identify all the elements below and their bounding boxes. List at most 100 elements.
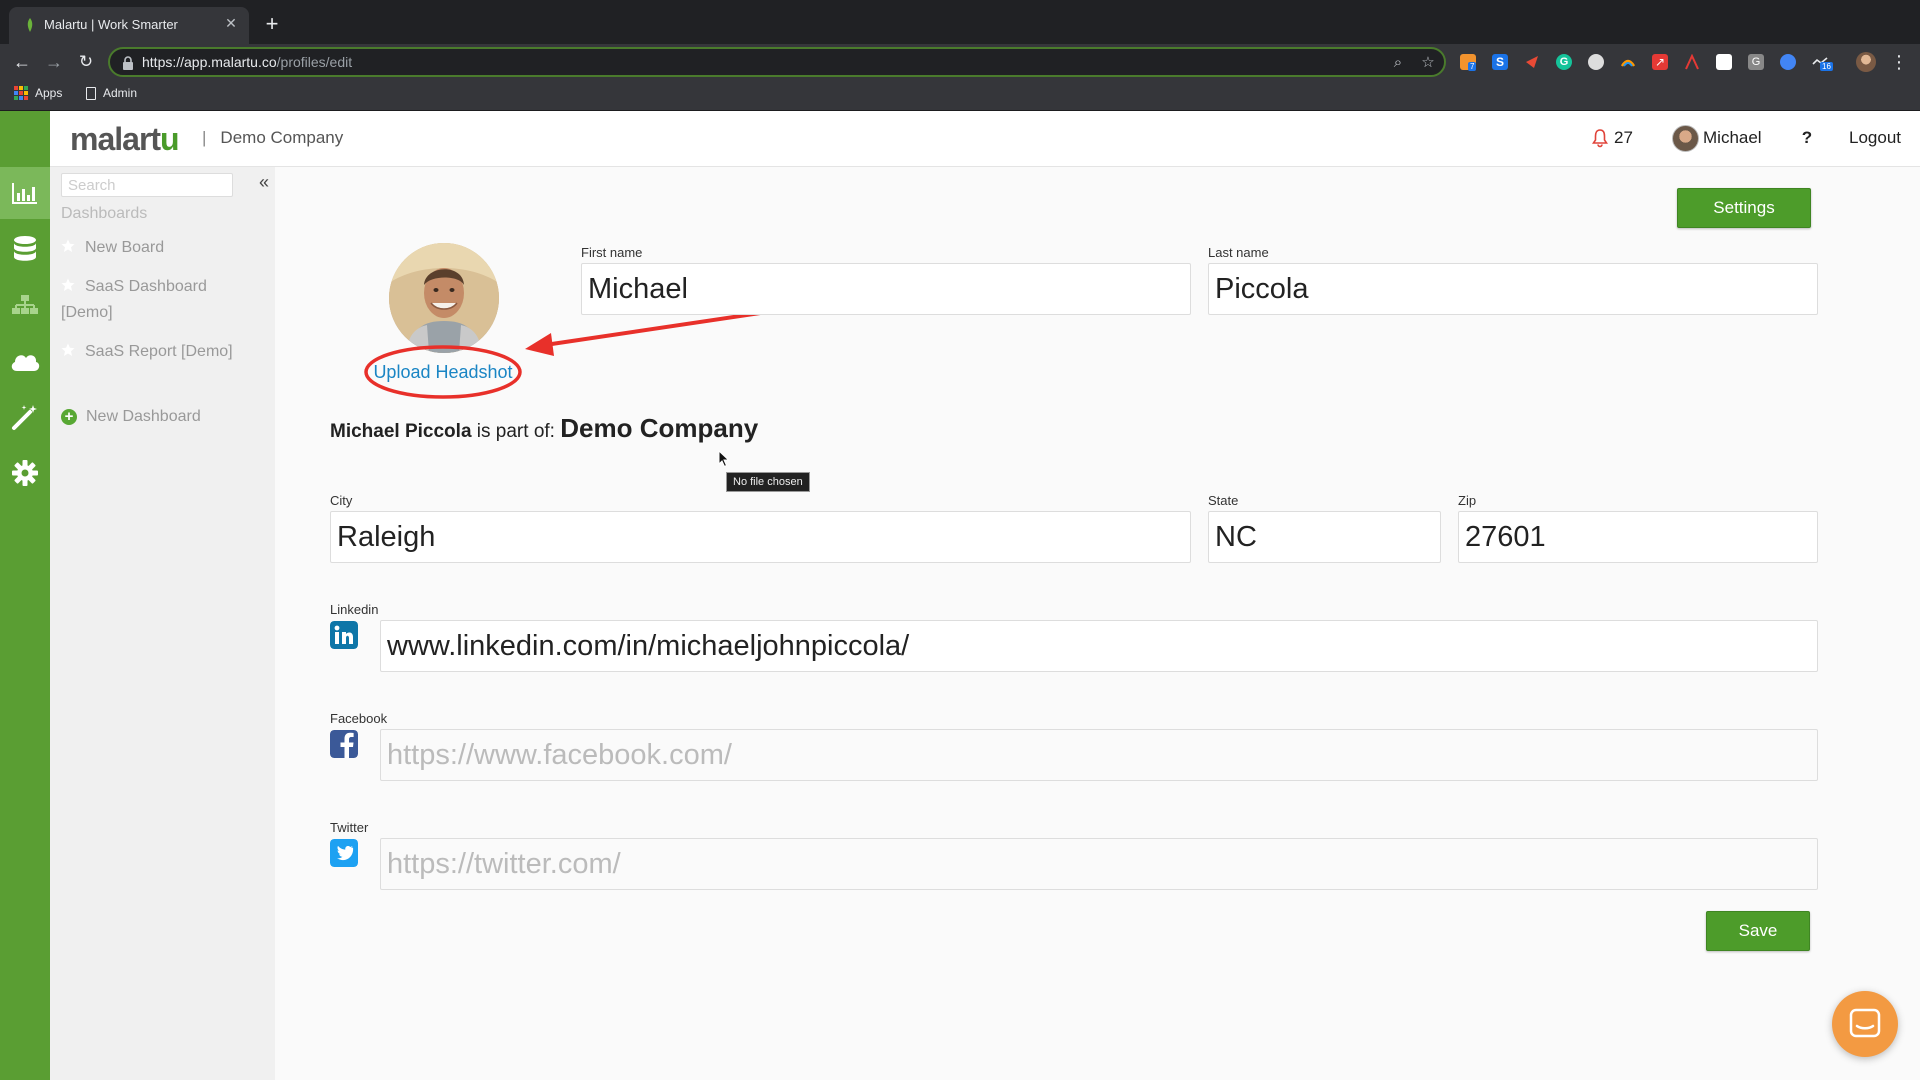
header-company-name: Demo Company [220,128,344,147]
app-header: malartu | Demo Company 27 Michael ? Logou… [0,111,1920,167]
header-separator: | [202,128,207,147]
page-icon [86,86,96,100]
extension-g-icon[interactable]: G [1748,54,1764,70]
extension-arrow-icon[interactable] [1524,54,1540,70]
browser-tab[interactable]: Malartu | Work Smarter ✕ [9,7,249,44]
zip-label: Zip [1458,493,1477,508]
database-icon [14,236,36,261]
sidebar-item-label: New Board [85,239,165,256]
member-company: Demo Company [560,413,759,443]
sidebar-item-label: SaaS Dashboard [Demo] [61,278,207,321]
last-name-input[interactable] [1208,263,1818,315]
org-chart-icon [12,295,38,314]
new-tab-button[interactable]: + [260,13,284,37]
extension-a-icon[interactable] [1684,53,1700,70]
state-input[interactable] [1208,511,1441,563]
chat-bubble-icon [1849,1008,1881,1038]
headshot-avatar[interactable] [389,243,499,353]
rail-item-org[interactable] [0,279,50,331]
linkedin-icon [330,621,358,649]
user-menu[interactable]: Michael [1703,128,1762,148]
user-avatar[interactable] [1672,125,1699,152]
upload-headshot-link[interactable]: Upload Headshot [275,362,611,383]
star-icon[interactable] [61,239,75,253]
lock-icon [123,56,133,70]
url-host: https://app.malartu.co [142,54,277,70]
close-tab-icon[interactable]: ✕ [221,13,241,33]
extension-badge: 7 [1468,62,1477,71]
first-name-label: First name [581,245,643,260]
chat-launcher[interactable] [1832,991,1898,1057]
rail-item-integrations[interactable] [0,335,50,387]
sidebar-heading: Dashboards [61,205,148,222]
twitter-label: Twitter [330,820,369,835]
twitter-input[interactable] [380,838,1818,890]
bookmark-label: Admin [103,86,138,100]
city-label: City [330,493,353,508]
rail-item-data[interactable] [0,223,50,275]
star-icon[interactable] [61,278,75,292]
linkedin-input[interactable] [380,620,1818,672]
sidebar-item-new-board[interactable]: New Board [61,235,261,261]
bookmark-star-icon[interactable]: ☆ [1418,53,1438,73]
extension-badge: 16 [1820,62,1833,71]
apps-grid-icon [14,86,28,100]
settings-button[interactable]: Settings [1677,188,1811,228]
back-arrow-icon[interactable]: ← [10,50,34,74]
logo-text: malart [70,121,161,157]
member-name: Michael Piccola [330,421,472,442]
reload-icon[interactable]: ↻ [74,50,98,74]
extension-white-icon[interactable] [1716,54,1732,70]
mouse-cursor-icon [718,450,730,468]
help-link[interactable]: ? [1800,128,1814,148]
sidebar-search-input[interactable] [61,173,233,197]
browser-profile-avatar[interactable] [1856,52,1876,72]
malartu-favicon-icon [27,18,33,32]
zoom-icon[interactable]: ⌕ [1388,53,1408,73]
star-icon[interactable] [61,343,75,357]
sidebar-item-saas-report[interactable]: SaaS Report [Demo] [61,339,261,365]
bookmark-apps[interactable]: Apps [14,86,62,100]
sidebar-item-label: SaaS Report [Demo] [85,343,233,360]
browser-menu-icon[interactable]: ⋮ [1890,50,1908,74]
city-input[interactable] [330,511,1191,563]
left-nav-rail [0,111,50,1080]
logo-accent: u [160,121,180,157]
extension-s-icon[interactable]: S [1492,54,1508,70]
annotation-arrow-head [525,333,554,356]
extension-analytics-icon[interactable]: 7 [1460,54,1477,71]
browser-tab-strip: Malartu | Work Smarter ✕ + [0,0,1920,44]
bar-chart-icon [12,183,37,204]
notification-count[interactable]: 27 [1614,128,1633,148]
grammarly-icon[interactable]: G [1556,54,1572,70]
facebook-label: Facebook [330,711,388,726]
facebook-icon [330,730,358,758]
collapse-sidebar-icon[interactable]: « [256,173,272,193]
first-name-input[interactable] [581,263,1191,315]
forward-arrow-icon[interactable]: → [42,50,66,74]
facebook-input[interactable] [380,729,1818,781]
twitter-icon [330,839,358,867]
logout-link[interactable]: Logout [1849,128,1901,148]
sidebar-item-new-dashboard[interactable]: + New Dashboard [61,404,261,430]
zip-input[interactable] [1458,511,1818,563]
sidebar-item-saas-dashboard[interactable]: SaaS Dashboard [Demo] [61,274,261,326]
browser-toolbar: ← → ↻ https://app.malartu.co/profiles/ed… [0,44,1920,80]
bell-icon[interactable] [1592,128,1608,148]
url-path: /profiles/edit [276,54,353,70]
extension-circle-icon[interactable] [1588,54,1604,70]
rail-item-tools[interactable] [0,391,50,443]
save-button[interactable]: Save [1706,911,1810,951]
extension-rainbow-icon[interactable] [1620,54,1636,70]
malartu-logo[interactable]: malartu [70,121,180,158]
extension-wave-icon[interactable]: 16 [1812,54,1833,71]
rail-item-settings[interactable] [0,447,50,499]
bookmark-admin[interactable]: Admin [86,86,137,100]
url-text: https://app.malartu.co/profiles/edit [142,54,352,70]
address-bar[interactable]: https://app.malartu.co/profiles/edit ⌕ ☆ [108,47,1446,77]
state-label: State [1208,493,1239,508]
extension-red-arrow-icon[interactable]: ↗ [1652,54,1668,70]
extension-blue-circle-icon[interactable] [1780,54,1796,70]
last-name-label: Last name [1208,245,1269,260]
rail-item-dashboards[interactable] [0,167,50,219]
